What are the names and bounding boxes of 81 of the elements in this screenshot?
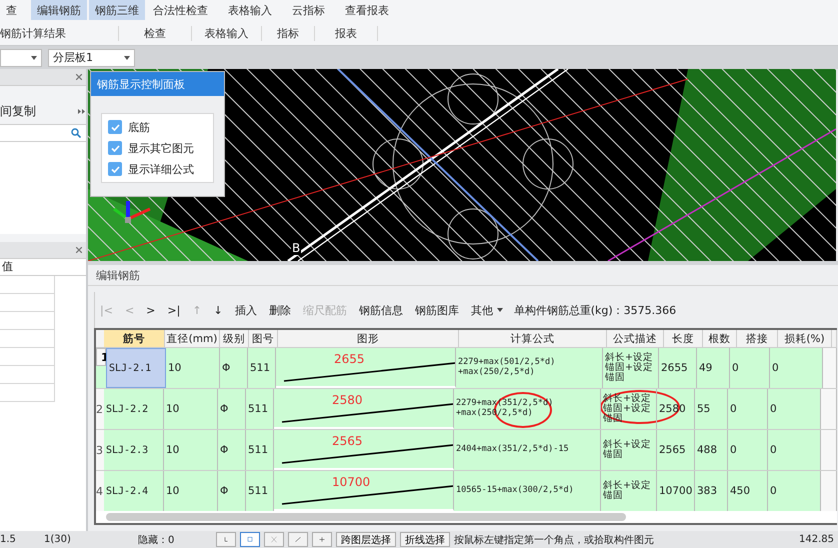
ribbon-group-label: 表格输入 <box>192 26 262 40</box>
ribbon-group-label: 报表 <box>315 26 378 40</box>
toolbar-button[interactable]: 删除 <box>264 302 296 318</box>
total-weight: 单构件钢筋总重(kg)：3575.366 <box>512 302 676 318</box>
column-header: 根数 <box>703 330 737 347</box>
column-header: 筋号 <box>104 330 165 347</box>
expand-icon[interactable] <box>78 108 86 114</box>
copy-action[interactable]: 间复制 <box>0 102 36 120</box>
grid-row <box>0 366 55 384</box>
ribbon-group-label: 钢筋计算结果 <box>0 26 119 40</box>
dropdown[interactable] <box>0 48 42 66</box>
plus-icon[interactable] <box>312 532 332 547</box>
caret-icon <box>31 56 37 60</box>
checkbox[interactable] <box>108 141 122 155</box>
caret-icon <box>496 308 503 312</box>
row-number[interactable]: 3 <box>96 430 104 470</box>
column-header: 级别 <box>220 330 249 347</box>
grid-row <box>0 294 55 312</box>
check-icon <box>110 124 120 130</box>
check-icon <box>110 144 120 152</box>
coordinate-text: 142.85 <box>799 534 835 545</box>
column-header: 公式描述 <box>607 330 664 347</box>
dropdown[interactable]: 分层板1 <box>48 48 135 66</box>
panel-title: 钢筋显示控制面板 <box>91 72 224 96</box>
cross-icon[interactable] <box>264 532 284 547</box>
grid-row <box>0 276 55 294</box>
search-field[interactable] <box>0 125 86 142</box>
column-header: 长度 <box>664 330 703 347</box>
status-button[interactable]: 折线选择 <box>400 532 450 547</box>
check-icon <box>110 166 120 172</box>
rectangle-select-icon[interactable] <box>240 532 260 547</box>
status-text: 1(30) <box>44 534 72 545</box>
toolbar-button[interactable]: 钢筋信息 <box>354 302 408 318</box>
ribbon-button[interactable]: 查看报表 <box>339 0 395 20</box>
caret-icon <box>124 56 130 60</box>
ribbon-button[interactable]: 编辑钢筋 <box>31 0 87 20</box>
column-header: 计算公式 <box>459 330 607 347</box>
table-cell: SLJ-2.1 <box>106 348 166 388</box>
toolbar-button[interactable]: 插入 <box>230 302 262 318</box>
status-button[interactable]: 跨图层选择 <box>336 532 396 547</box>
shape-length: 10700 <box>332 475 370 489</box>
status-text: 1.5 <box>0 534 17 545</box>
axis-label: B <box>291 241 302 255</box>
checkbox-option[interactable]: 显示详细公式 <box>108 160 207 178</box>
status-text: 隐藏：0 <box>138 534 176 546</box>
ribbon-button[interactable]: 云指标 <box>286 0 331 20</box>
toolbar-button[interactable]: 其他 <box>466 302 508 318</box>
column-header: 搭接 <box>737 330 778 347</box>
status-hint: 按鼠标左键指定第一个角点，或拾取构件图元 <box>454 534 655 546</box>
panel-title: 编辑钢筋 <box>88 265 838 286</box>
row-number[interactable]: 4 <box>96 471 104 511</box>
toolbar-button[interactable]: 钢筋图库 <box>410 302 464 318</box>
grid-row <box>0 330 55 348</box>
grid-row <box>0 348 55 366</box>
column-header: 直径(mm) <box>165 330 220 347</box>
ribbon-group-label: 检查 <box>119 26 192 40</box>
ribbon-group-label: 指标 <box>262 26 315 40</box>
checkbox-option[interactable]: 显示其它图元 <box>108 139 207 157</box>
checkbox[interactable] <box>108 162 122 176</box>
ribbon-button[interactable]: 钢筋三维 <box>89 0 145 20</box>
ribbon-button[interactable]: 合法性检查 <box>147 0 214 20</box>
toolbar-button[interactable]: > <box>141 304 160 316</box>
toolbar-button[interactable]: >| <box>162 304 186 316</box>
grid-row <box>0 312 55 330</box>
grid-row <box>0 384 55 402</box>
column-header: 损耗(%) <box>778 330 832 347</box>
shape-length: 2565 <box>332 434 363 448</box>
column-header: 图号 <box>249 330 278 347</box>
row-number[interactable]: 2 <box>96 389 104 429</box>
ribbon-button[interactable]: 查 <box>0 0 23 20</box>
shape-length: 2655 <box>334 352 365 366</box>
column-header: 值 <box>0 259 86 276</box>
checkbox[interactable] <box>108 120 122 134</box>
scrollbar-thumb[interactable] <box>106 513 626 521</box>
checkbox-option[interactable]: 底筋 <box>108 118 207 136</box>
toolbar-button[interactable]: ↓ <box>208 304 228 316</box>
shape-length: 2580 <box>332 393 363 407</box>
corner-icon[interactable] <box>216 532 236 547</box>
ribbon-button[interactable]: 表格输入 <box>222 0 278 20</box>
search-icon <box>71 128 81 138</box>
column-header: 图形 <box>278 330 459 347</box>
